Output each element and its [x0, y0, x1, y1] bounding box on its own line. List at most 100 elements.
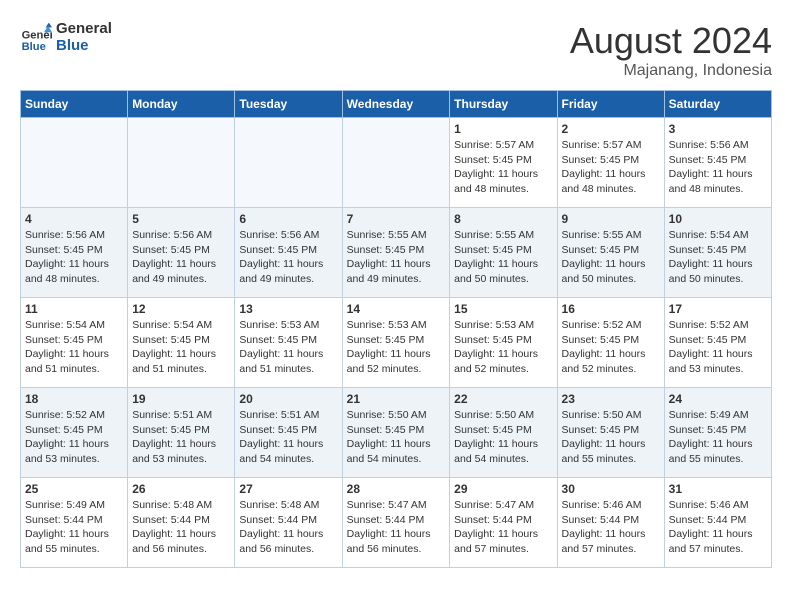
day-info: Sunrise: 5:53 AM Sunset: 5:45 PM Dayligh… — [454, 318, 552, 377]
day-info: Sunrise: 5:48 AM Sunset: 5:44 PM Dayligh… — [239, 498, 337, 557]
day-number: 14 — [347, 302, 446, 316]
day-info: Sunrise: 5:55 AM Sunset: 5:45 PM Dayligh… — [454, 228, 552, 287]
calendar-day-cell: 20 Sunrise: 5:51 AM Sunset: 5:45 PM Dayli… — [235, 388, 342, 478]
day-number: 10 — [669, 212, 767, 226]
calendar-day-cell: 18Sunrise: 5:52 AM Sunset: 5:45 PM Dayli… — [21, 388, 128, 478]
day-info: Sunrise: 5:53 AM Sunset: 5:45 PM Dayligh… — [239, 318, 337, 377]
header-saturday: Saturday — [664, 91, 771, 118]
header-thursday: Thursday — [450, 91, 557, 118]
day-number: 11 — [25, 302, 123, 316]
day-info: Sunrise: 5:53 AM Sunset: 5:45 PM Dayligh… — [347, 318, 446, 377]
calendar-day-cell: 4 Sunrise: 5:56 AM Sunset: 5:45 PM Daylig… — [21, 208, 128, 298]
day-number: 4 — [25, 212, 123, 226]
day-info: Sunrise: 5:56 AM Sunset: 5:45 PM Dayligh… — [25, 228, 123, 287]
day-info: Sunrise: 5:46 AM Sunset: 5:44 PM Dayligh… — [562, 498, 660, 557]
day-info: Sunrise: 5:54 AM Sunset: 5:45 PM Dayligh… — [669, 228, 767, 287]
day-number: 21 — [347, 392, 446, 406]
calendar-day-cell: 30Sunrise: 5:46 AM Sunset: 5:44 PM Dayli… — [557, 478, 664, 568]
day-info: Sunrise: 5:48 AM Sunset: 5:44 PM Dayligh… — [132, 498, 230, 557]
calendar-day-cell: 6 Sunrise: 5:56 AM Sunset: 5:45 PM Daylig… — [235, 208, 342, 298]
day-info: Sunrise: 5:49 AM Sunset: 5:44 PM Dayligh… — [25, 498, 123, 557]
day-info: Sunrise: 5:56 AM Sunset: 5:45 PM Dayligh… — [669, 138, 767, 197]
calendar-day-cell: 15 Sunrise: 5:53 AM Sunset: 5:45 PM Dayli… — [450, 298, 557, 388]
calendar-day-cell: 19 Sunrise: 5:51 AM Sunset: 5:45 PM Dayli… — [128, 388, 235, 478]
calendar-day-cell: 13Sunrise: 5:53 AM Sunset: 5:45 PM Dayli… — [235, 298, 342, 388]
day-info: Sunrise: 5:50 AM Sunset: 5:45 PM Dayligh… — [562, 408, 660, 467]
day-number: 23 — [562, 392, 660, 406]
page-header: General Blue General Blue August 2024 Ma… — [20, 20, 772, 80]
logo-general-text: General — [56, 20, 112, 37]
calendar-day-cell: 22 Sunrise: 5:50 AM Sunset: 5:45 PM Dayli… — [450, 388, 557, 478]
day-number: 17 — [669, 302, 767, 316]
day-info: Sunrise: 5:47 AM Sunset: 5:44 PM Dayligh… — [454, 498, 552, 557]
day-number: 5 — [132, 212, 230, 226]
day-info: Sunrise: 5:51 AM Sunset: 5:45 PM Dayligh… — [132, 408, 230, 467]
day-number: 24 — [669, 392, 767, 406]
day-number: 3 — [669, 122, 767, 136]
calendar-day-cell: 21Sunrise: 5:50 AM Sunset: 5:45 PM Dayli… — [342, 388, 450, 478]
day-number: 25 — [25, 482, 123, 496]
day-number: 15 — [454, 302, 552, 316]
day-info: Sunrise: 5:52 AM Sunset: 5:45 PM Dayligh… — [669, 318, 767, 377]
day-info: Sunrise: 5:57 AM Sunset: 5:45 PM Dayligh… — [454, 138, 552, 197]
calendar-day-cell: 31Sunrise: 5:46 AM Sunset: 5:44 PM Dayli… — [664, 478, 771, 568]
calendar-day-cell — [235, 118, 342, 208]
calendar-day-cell: 9Sunrise: 5:55 AM Sunset: 5:45 PM Daylig… — [557, 208, 664, 298]
logo: General Blue General Blue — [20, 20, 112, 54]
calendar-day-cell: 1 Sunrise: 5:57 AM Sunset: 5:45 PM Daylig… — [450, 118, 557, 208]
location: Majanang, Indonesia — [570, 62, 772, 80]
day-number: 19 — [132, 392, 230, 406]
day-number: 9 — [562, 212, 660, 226]
day-number: 6 — [239, 212, 337, 226]
month-year: August 2024 — [570, 20, 772, 62]
calendar-day-cell — [342, 118, 450, 208]
header-wednesday: Wednesday — [342, 91, 450, 118]
calendar-day-cell: 11 Sunrise: 5:54 AM Sunset: 5:45 PM Dayli… — [21, 298, 128, 388]
calendar-day-cell: 12Sunrise: 5:54 AM Sunset: 5:45 PM Dayli… — [128, 298, 235, 388]
day-number: 16 — [562, 302, 660, 316]
calendar-day-cell: 16 Sunrise: 5:52 AM Sunset: 5:45 PM Dayli… — [557, 298, 664, 388]
day-number: 7 — [347, 212, 446, 226]
day-info: Sunrise: 5:56 AM Sunset: 5:45 PM Dayligh… — [132, 228, 230, 287]
day-number: 1 — [454, 122, 552, 136]
day-number: 18 — [25, 392, 123, 406]
calendar-day-cell: 10 Sunrise: 5:54 AM Sunset: 5:45 PM Dayli… — [664, 208, 771, 298]
calendar-day-cell: 8 Sunrise: 5:55 AM Sunset: 5:45 PM Daylig… — [450, 208, 557, 298]
day-number: 8 — [454, 212, 552, 226]
day-info: Sunrise: 5:50 AM Sunset: 5:45 PM Dayligh… — [454, 408, 552, 467]
calendar-day-cell: 5 Sunrise: 5:56 AM Sunset: 5:45 PM Daylig… — [128, 208, 235, 298]
calendar-day-cell: 14 Sunrise: 5:53 AM Sunset: 5:45 PM Dayli… — [342, 298, 450, 388]
day-info: Sunrise: 5:56 AM Sunset: 5:45 PM Dayligh… — [239, 228, 337, 287]
day-info: Sunrise: 5:47 AM Sunset: 5:44 PM Dayligh… — [347, 498, 446, 557]
day-info: Sunrise: 5:49 AM Sunset: 5:45 PM Dayligh… — [669, 408, 767, 467]
logo-icon: General Blue — [20, 21, 52, 53]
logo-blue-text: Blue — [56, 37, 112, 54]
calendar-header-row: Sunday Monday Tuesday Wednesday Thursday… — [21, 91, 772, 118]
day-number: 12 — [132, 302, 230, 316]
calendar-day-cell: 17 Sunrise: 5:52 AM Sunset: 5:45 PM Dayli… — [664, 298, 771, 388]
day-info: Sunrise: 5:52 AM Sunset: 5:45 PM Dayligh… — [562, 318, 660, 377]
day-number: 22 — [454, 392, 552, 406]
day-number: 20 — [239, 392, 337, 406]
title-block: August 2024 Majanang, Indonesia — [570, 20, 772, 80]
day-number: 31 — [669, 482, 767, 496]
calendar-table: Sunday Monday Tuesday Wednesday Thursday… — [20, 90, 772, 568]
calendar-week-row: 1 Sunrise: 5:57 AM Sunset: 5:45 PM Daylig… — [21, 118, 772, 208]
day-number: 26 — [132, 482, 230, 496]
calendar-day-cell: 7 Sunrise: 5:55 AM Sunset: 5:45 PM Daylig… — [342, 208, 450, 298]
day-number: 2 — [562, 122, 660, 136]
calendar-day-cell: 23 Sunrise: 5:50 AM Sunset: 5:45 PM Dayli… — [557, 388, 664, 478]
calendar-day-cell: 29 Sunrise: 5:47 AM Sunset: 5:44 PM Dayli… — [450, 478, 557, 568]
calendar-day-cell: 26 Sunrise: 5:48 AM Sunset: 5:44 PM Dayli… — [128, 478, 235, 568]
calendar-day-cell: 25 Sunrise: 5:49 AM Sunset: 5:44 PM Dayli… — [21, 478, 128, 568]
calendar-week-row: 25 Sunrise: 5:49 AM Sunset: 5:44 PM Dayli… — [21, 478, 772, 568]
day-info: Sunrise: 5:55 AM Sunset: 5:45 PM Dayligh… — [347, 228, 446, 287]
day-info: Sunrise: 5:54 AM Sunset: 5:45 PM Dayligh… — [25, 318, 123, 377]
calendar-day-cell: 28Sunrise: 5:47 AM Sunset: 5:44 PM Dayli… — [342, 478, 450, 568]
day-number: 29 — [454, 482, 552, 496]
day-info: Sunrise: 5:51 AM Sunset: 5:45 PM Dayligh… — [239, 408, 337, 467]
svg-text:Blue: Blue — [22, 41, 46, 53]
calendar-week-row: 11 Sunrise: 5:54 AM Sunset: 5:45 PM Dayli… — [21, 298, 772, 388]
header-friday: Friday — [557, 91, 664, 118]
calendar-day-cell — [21, 118, 128, 208]
